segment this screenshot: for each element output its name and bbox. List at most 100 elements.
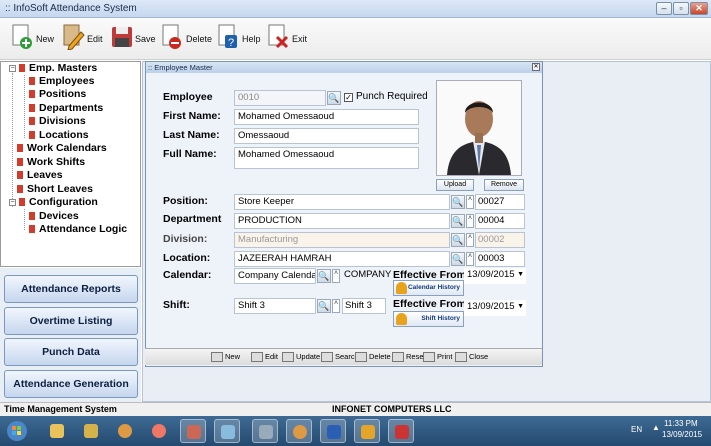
flag-icon (29, 212, 35, 220)
division-field[interactable]: Manufacturing (234, 232, 450, 248)
tray-expand-icon[interactable]: ▲ (652, 423, 660, 432)
flag-icon (19, 198, 25, 206)
form-reset-button[interactable]: Reset (392, 351, 426, 363)
toolbar-new-button[interactable]: New (12, 22, 54, 56)
minimize-button[interactable]: – (656, 2, 672, 15)
taskbar-media[interactable] (146, 419, 172, 443)
taskbar-explorer[interactable] (44, 419, 70, 443)
tree-item-employees[interactable]: Employees (29, 75, 94, 88)
calendar-spin-button[interactable]: ˄ (332, 269, 340, 283)
tree-item-work-shifts[interactable]: Work Shifts (17, 156, 85, 169)
app-icon (84, 424, 98, 438)
calendar-effective-date[interactable]: 13/09/2015 ▼ (464, 268, 526, 284)
department-search-button[interactable]: 🔍 (451, 214, 465, 228)
calendar-code-field[interactable]: COMPANY (342, 268, 391, 284)
location-spin-button[interactable]: ˄ (466, 252, 474, 266)
tree-item-departments[interactable]: Departments (29, 102, 103, 115)
taskbar-app-10[interactable] (354, 419, 380, 443)
form-close-button[interactable]: Close (455, 351, 488, 363)
reset-icon (392, 352, 404, 362)
shift-history-button[interactable]: Shift History (393, 311, 464, 327)
tree-item-divisions[interactable]: Divisions (29, 115, 86, 128)
employee-id-field[interactable]: 0010 (234, 90, 326, 106)
taskbar-chrome-2[interactable] (286, 419, 312, 443)
taskbar-chrome-1[interactable] (112, 419, 138, 443)
calendar-search-button[interactable]: 🔍 (317, 269, 331, 283)
form-update-button[interactable]: Update (282, 351, 320, 363)
tree-item-emp-masters[interactable]: Emp. Masters (19, 62, 97, 75)
taskbar-app-5[interactable] (180, 419, 206, 443)
shift-search-button[interactable]: 🔍 (317, 299, 331, 313)
toolbar-edit-button[interactable]: Edit (63, 22, 103, 56)
tree-item-attendance-logic[interactable]: Attendance Logic (29, 223, 127, 236)
position-search-button[interactable]: 🔍 (451, 195, 465, 209)
tree-item-locations[interactable]: Locations (29, 129, 89, 142)
start-button[interactable] (4, 419, 30, 443)
clock-date[interactable]: 13/09/2015 (662, 430, 702, 439)
calendar-field[interactable]: Company Calendar (234, 268, 316, 284)
remove-photo-button[interactable]: Remove (484, 179, 524, 191)
delete-icon (355, 352, 367, 362)
department-code-field[interactable]: 00004 (475, 213, 525, 229)
taskbar-word[interactable] (320, 419, 346, 443)
position-field[interactable]: Store Keeper (234, 194, 450, 210)
close-window-button[interactable]: ✕ (690, 2, 708, 15)
calendar-history-button[interactable]: Calendar History (393, 280, 464, 296)
windows-taskbar: EN ▲ 11:33 PM 13/09/2015 (0, 416, 711, 446)
division-label: Division: (163, 233, 208, 245)
form-search-button[interactable]: Search (321, 351, 359, 363)
tree-collapse-toggle[interactable]: − (9, 199, 16, 206)
position-code-field[interactable]: 00027 (475, 194, 525, 210)
full-name-field[interactable]: Mohamed Omessaoud (234, 147, 419, 169)
punch-data-button[interactable]: Punch Data (4, 338, 138, 366)
tree-item-leaves[interactable]: Leaves (17, 169, 63, 182)
form-new-button[interactable]: New (211, 351, 240, 363)
tree-item-devices[interactable]: Devices (29, 210, 79, 223)
shift-effective-date[interactable]: 13/09/2015 ▼ (464, 300, 526, 316)
tree-collapse-toggle[interactable]: − (9, 65, 16, 72)
attendance-reports-button[interactable]: Attendance Reports (4, 275, 138, 303)
tree-item-positions[interactable]: Positions (29, 88, 86, 101)
employee-search-button[interactable]: 🔍 (327, 91, 341, 105)
overtime-listing-button[interactable]: Overtime Listing (4, 307, 138, 335)
first-name-field[interactable]: Mohamed Omessaoud (234, 109, 419, 125)
tree-item-work-calendars[interactable]: Work Calendars (17, 142, 107, 155)
division-code-field[interactable]: 00002 (475, 232, 525, 248)
department-field[interactable]: PRODUCTION (234, 213, 450, 229)
tree-item-short-leaves[interactable]: Short Leaves (17, 183, 93, 196)
toolbar-delete-button[interactable]: Delete (162, 22, 212, 56)
subwindow-close-button[interactable]: ✕ (532, 63, 540, 71)
taskbar-pdf[interactable] (388, 419, 414, 443)
last-name-field[interactable]: Omessaoud (234, 128, 419, 144)
toolbar-help-button[interactable]: ? Help (218, 22, 261, 56)
taskbar-app-2[interactable] (78, 419, 104, 443)
attendance-generation-button[interactable]: Attendance Generation (4, 370, 138, 398)
shift-spin-button[interactable]: ˄ (332, 299, 340, 313)
flag-icon (29, 117, 35, 125)
position-spin-button[interactable]: ˄ (466, 195, 474, 209)
location-search-button[interactable]: 🔍 (451, 252, 465, 266)
toolbar-exit-button[interactable]: Exit (268, 22, 307, 56)
clock-time[interactable]: 11:33 PM (664, 419, 698, 428)
form-print-button[interactable]: Print (423, 351, 452, 363)
punch-required-checkbox[interactable]: ✓ (344, 93, 353, 102)
division-search-button[interactable]: 🔍 (451, 233, 465, 247)
toolbar-save-button[interactable]: Save (111, 22, 156, 56)
shift-field[interactable]: Shift 3 (234, 298, 316, 314)
shift-code-field[interactable]: Shift 3 (342, 298, 386, 314)
location-field[interactable]: JAZEERAH HAMRAH (234, 251, 450, 267)
maximize-button[interactable]: ▫ (673, 2, 689, 15)
form-edit-button[interactable]: Edit (251, 351, 278, 363)
save-icon (112, 27, 132, 47)
upload-photo-button[interactable]: Upload (436, 179, 474, 191)
employee-photo (436, 80, 522, 176)
department-spin-button[interactable]: ˄ (466, 214, 474, 228)
status-app-name: Time Management System (4, 404, 117, 414)
language-indicator[interactable]: EN (631, 425, 642, 434)
division-spin-button[interactable]: ˄ (466, 233, 474, 247)
tree-item-configuration[interactable]: Configuration (19, 196, 98, 209)
taskbar-app-6[interactable] (214, 419, 240, 443)
location-code-field[interactable]: 00003 (475, 251, 525, 267)
form-delete-button[interactable]: Delete (355, 351, 391, 363)
taskbar-attendance-app[interactable] (252, 419, 278, 443)
